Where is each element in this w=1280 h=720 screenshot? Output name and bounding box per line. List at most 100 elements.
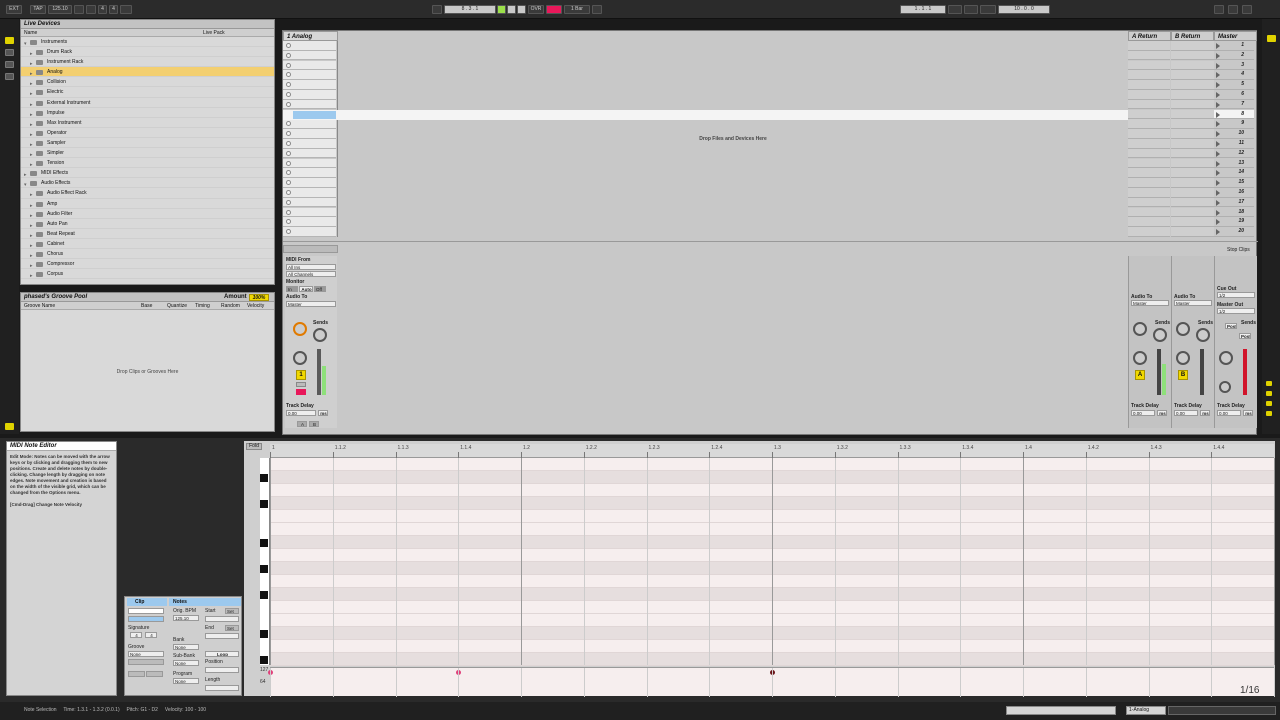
- monitor-off-button[interactable]: Off: [314, 286, 326, 292]
- browser-item[interactable]: ▸ Simpler: [21, 148, 274, 159]
- overview-scrollbar[interactable]: [1006, 706, 1116, 715]
- groove-select[interactable]: None: [128, 651, 164, 657]
- scene-play-icon[interactable]: [1216, 150, 1220, 157]
- return-b-slot[interactable]: [1171, 109, 1214, 120]
- scene-play-icon[interactable]: [1216, 131, 1220, 138]
- nudge-up-icon[interactable]: [86, 5, 96, 14]
- clip-stop-icon[interactable]: [286, 121, 291, 127]
- scene-launch[interactable]: 14: [1214, 168, 1254, 178]
- scene-play-icon[interactable]: [1216, 229, 1220, 236]
- clip-slot[interactable]: [283, 197, 336, 208]
- return-b-slot[interactable]: [1171, 217, 1214, 227]
- return-a-audio-to-select[interactable]: Master: [1131, 300, 1169, 306]
- clip-slot[interactable]: [283, 70, 336, 80]
- groove-pool-icon[interactable]: [5, 423, 14, 430]
- return-a-pan-knob[interactable]: [1133, 351, 1147, 365]
- disclosure-triangle-icon[interactable]: ▸: [30, 271, 33, 281]
- browser-item[interactable]: ▸ Amp: [21, 199, 274, 209]
- return-a-slot[interactable]: [1128, 148, 1170, 159]
- cue-volume-knob[interactable]: [1219, 381, 1231, 393]
- browser-item[interactable]: ▸ Electric: [21, 87, 274, 98]
- browser-item[interactable]: ▸ Beat Repeat: [21, 229, 274, 239]
- beat-ruler[interactable]: 1 1.1.2 1.1.3 1.1.4 1.2 1.2.2 1.2.3 1.2.4 1.3 1.3…: [270, 444, 1274, 465]
- clip-stop-icon[interactable]: [286, 199, 291, 205]
- return-a-slot[interactable]: [1128, 207, 1170, 218]
- clip-slot[interactable]: [283, 129, 336, 139]
- return-b-slot[interactable]: [1171, 207, 1214, 218]
- return-a-slot[interactable]: [1128, 217, 1170, 227]
- returns-toggle-icon[interactable]: [1266, 401, 1272, 406]
- midi-from-select[interactable]: All Ins: [286, 264, 336, 270]
- scene-play-icon[interactable]: [1216, 111, 1220, 118]
- return-a-slot[interactable]: [1128, 158, 1170, 169]
- scene-play-icon[interactable]: [1216, 121, 1220, 128]
- return-a-slot[interactable]: [1128, 41, 1170, 51]
- clip-slot[interactable]: [283, 227, 336, 237]
- scene-play-icon[interactable]: [1216, 180, 1220, 187]
- audio-to-select[interactable]: Master: [286, 301, 336, 307]
- scene-play-icon[interactable]: [1216, 190, 1220, 196]
- return-a-delay-field[interactable]: 0.00: [1131, 410, 1155, 416]
- return-b-slot[interactable]: [1171, 41, 1214, 51]
- return-a-slot[interactable]: [1128, 188, 1170, 198]
- punch-out-icon[interactable]: [980, 5, 996, 14]
- pan-knob[interactable]: [293, 351, 307, 365]
- black-key[interactable]: [260, 565, 268, 573]
- clip-stop-icon[interactable]: [286, 170, 291, 176]
- clip-stop-icon[interactable]: [286, 180, 291, 186]
- stop-clips-label[interactable]: Stop Clips: [1227, 247, 1250, 253]
- return-a-slot[interactable]: [1128, 227, 1170, 237]
- clip-stop-icon[interactable]: [286, 209, 291, 215]
- send-b-knob[interactable]: [313, 328, 327, 342]
- track-stop-row[interactable]: [283, 245, 338, 253]
- return-a-activator[interactable]: A: [1135, 370, 1145, 380]
- punch-in-icon[interactable]: [964, 5, 978, 14]
- master-header[interactable]: Master: [1214, 31, 1257, 41]
- scene-launch[interactable]: 12: [1214, 149, 1254, 159]
- clip-slot[interactable]: [283, 139, 336, 149]
- clip-slot[interactable]: [283, 158, 336, 169]
- tempo-field[interactable]: 125.10: [48, 5, 72, 14]
- loop-start-field[interactable]: 1 . 1 . 1: [900, 5, 946, 14]
- clip-sig-den[interactable]: 4: [145, 632, 157, 638]
- tap-tempo-button[interactable]: TAP: [30, 5, 46, 14]
- browser-item[interactable]: ▸ Impulse: [21, 108, 274, 118]
- return-a-header[interactable]: A Return: [1128, 31, 1171, 41]
- length-field[interactable]: [205, 685, 239, 691]
- return-b-slot[interactable]: [1171, 158, 1214, 169]
- clip-stop-icon[interactable]: [286, 190, 291, 195]
- device-chain-toggles[interactable]: [1168, 706, 1276, 715]
- scene-launch[interactable]: 11: [1214, 139, 1254, 149]
- scene-play-icon[interactable]: [1216, 101, 1220, 108]
- master-delay-unit[interactable]: ms: [1243, 410, 1253, 416]
- scene-play-icon[interactable]: [1216, 82, 1220, 89]
- clip-stop-icon[interactable]: [286, 52, 291, 58]
- scene-play-icon[interactable]: [1216, 141, 1220, 147]
- return-b-slot[interactable]: [1171, 99, 1214, 110]
- plugins-icon[interactable]: [5, 49, 14, 56]
- browser-item[interactable]: ▸ Audio Filter: [21, 209, 274, 219]
- return-b-slot[interactable]: [1171, 50, 1214, 61]
- midi-map-icon[interactable]: [1228, 5, 1238, 14]
- commit-button[interactable]: [128, 659, 164, 665]
- clip-stop-icon[interactable]: [286, 101, 291, 107]
- name-column[interactable]: Name: [24, 30, 37, 36]
- solo-button[interactable]: [296, 382, 306, 387]
- draw-mode-icon[interactable]: [592, 5, 602, 14]
- browser-item[interactable]: ▸ External Instrument: [21, 98, 274, 108]
- scene-launch[interactable]: 8: [1214, 109, 1254, 120]
- fold-button[interactable]: Fold: [246, 443, 262, 450]
- clip-stop-icon[interactable]: [286, 72, 291, 78]
- scene-launch[interactable]: 15: [1214, 178, 1254, 188]
- clip-slot[interactable]: [283, 119, 336, 129]
- scene-play-icon[interactable]: [1216, 62, 1220, 69]
- double-tempo-button[interactable]: [146, 671, 163, 677]
- scene-play-icon[interactable]: [1216, 92, 1220, 98]
- loop-length-field[interactable]: 10 . 0 . 0: [998, 5, 1050, 14]
- scene-launch[interactable]: 5: [1214, 80, 1254, 90]
- clip-slot[interactable]: [283, 207, 336, 218]
- black-key[interactable]: [260, 539, 268, 547]
- return-a-slot[interactable]: [1128, 197, 1170, 208]
- notes-tab[interactable]: Notes: [169, 598, 241, 606]
- browser-item[interactable]: ▾ Audio Effects: [21, 178, 274, 189]
